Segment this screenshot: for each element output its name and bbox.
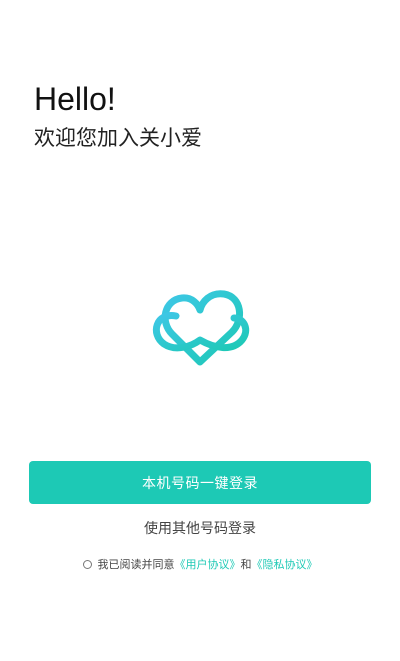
agreement-row: 我已阅读并同意 《用户协议》 和 《隐私协议》 [0, 556, 400, 572]
agreement-prefix-text: 我已阅读并同意 [97, 558, 175, 571]
one-click-login-button[interactable]: 本机号码一键登录 [29, 461, 371, 504]
welcome-subtitle: 欢迎您加入关小爱 [34, 126, 202, 150]
greeting-title: Hello! [34, 81, 116, 117]
heart-cloud-logo-icon [152, 290, 250, 366]
other-number-login-link[interactable]: 使用其他号码登录 [0, 518, 400, 538]
agreement-checkbox[interactable] [82, 559, 92, 569]
agreement-conjunction-text: 和 [240, 558, 252, 571]
privacy-policy-link[interactable]: 《隐私协议》 [252, 556, 318, 572]
user-agreement-link[interactable]: 《用户协议》 [175, 556, 241, 572]
